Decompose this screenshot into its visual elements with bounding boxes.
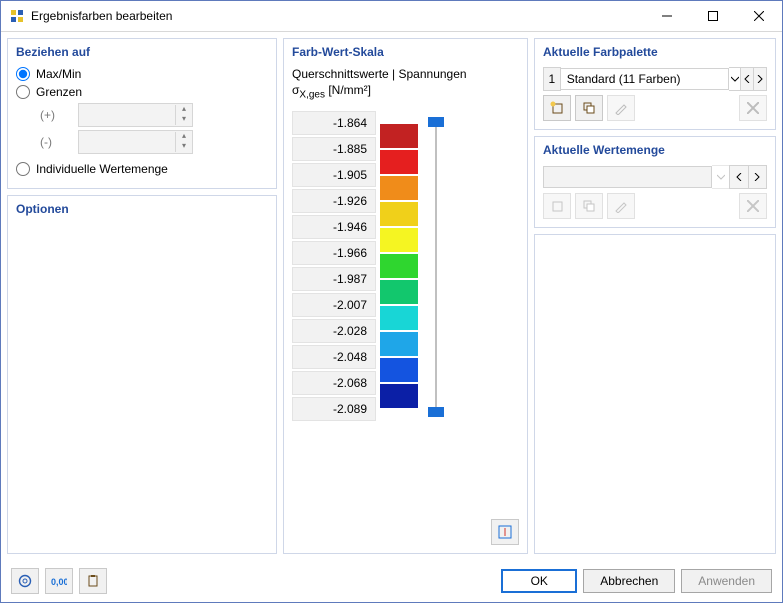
radio-bounds-input[interactable] — [16, 85, 30, 99]
scale-value-cell[interactable]: -1.966 — [292, 241, 376, 265]
radio-indiv-label: Individuelle Wertemenge — [36, 162, 168, 176]
scale-value-cell[interactable]: -2.007 — [292, 293, 376, 317]
scale-value-cell[interactable]: -2.028 — [292, 319, 376, 343]
options-title: Optionen — [16, 202, 268, 216]
valueset-prev-button[interactable] — [729, 165, 748, 189]
spin-down-icon: ▾ — [176, 142, 192, 152]
refer-panel: Beziehen auf Max/Min Grenzen (+) ▴▾ — [7, 38, 277, 189]
spin-down-icon: ▾ — [176, 115, 192, 125]
scale-colors-column — [380, 111, 418, 423]
slider-handle-bottom[interactable] — [428, 407, 444, 417]
palette-prev-button[interactable] — [740, 67, 754, 91]
palette-delete-button[interactable] — [739, 95, 767, 121]
scale-color-swatch[interactable] — [380, 358, 418, 382]
scale-color-swatch[interactable] — [380, 124, 418, 148]
scale-value-cell[interactable]: -1.946 — [292, 215, 376, 239]
options-panel: Optionen — [7, 195, 277, 554]
scale-color-swatch[interactable] — [380, 150, 418, 174]
radio-bounds-label: Grenzen — [36, 85, 82, 99]
bound-plus-input — [79, 105, 175, 125]
radio-maxmin-label: Max/Min — [36, 67, 81, 81]
clipboard-button[interactable] — [79, 568, 107, 594]
palette-copy-button[interactable] — [575, 95, 603, 121]
scale-sigma-sub: X,ges — [299, 89, 325, 100]
valueset-next-button[interactable] — [748, 165, 767, 189]
radio-bounds[interactable]: Grenzen — [16, 85, 268, 99]
valueset-copy-button — [575, 193, 603, 219]
scale-sub-line1: Querschnittswerte | Spannungen — [292, 67, 467, 81]
bound-minus-input — [79, 132, 175, 152]
scale-labels-column: -1.864-1.885-1.905-1.926-1.946-1.966-1.9… — [292, 111, 376, 423]
scale-value-cell[interactable]: -1.905 — [292, 163, 376, 187]
units-button[interactable]: 0,00 — [45, 568, 73, 594]
apply-button[interactable]: Anwenden — [681, 569, 772, 593]
palette-index: 1 — [543, 67, 561, 91]
titlebar: Ergebnisfarben bearbeiten — [1, 1, 782, 32]
cancel-button[interactable]: Abbrechen — [583, 569, 675, 593]
radio-indiv-input[interactable] — [16, 162, 30, 176]
scale-value-cell[interactable]: -2.068 — [292, 371, 376, 395]
svg-text:0,00: 0,00 — [51, 577, 67, 587]
empty-panel — [534, 234, 776, 554]
scale-color-swatch[interactable] — [380, 254, 418, 278]
scale-subheader: Querschnittswerte | Spannungen σX,ges [N… — [292, 67, 519, 101]
app-icon — [9, 8, 25, 24]
bound-plus-label: (+) — [40, 108, 74, 122]
help-button[interactable] — [11, 568, 39, 594]
scale-reset-button[interactable] — [491, 519, 519, 545]
scale-color-swatch[interactable] — [380, 228, 418, 252]
valueset-new-button — [543, 193, 571, 219]
valueset-panel: Aktuelle Wertemenge — [534, 136, 776, 228]
valueset-delete-button — [739, 193, 767, 219]
scale-panel: Farb-Wert-Skala Querschnittswerte | Span… — [283, 38, 528, 554]
slider-handle-top[interactable] — [428, 117, 444, 127]
scale-color-swatch[interactable] — [380, 202, 418, 226]
ok-button[interactable]: OK — [501, 569, 577, 593]
scale-color-swatch[interactable] — [380, 176, 418, 200]
palette-new-button[interactable] — [543, 95, 571, 121]
palette-next-button[interactable] — [753, 67, 767, 91]
scale-value-cell[interactable]: -1.926 — [292, 189, 376, 213]
bound-minus-spinner: ▴▾ — [78, 130, 193, 154]
scale-color-swatch[interactable] — [380, 332, 418, 356]
slider-track-line — [435, 123, 437, 411]
scale-color-swatch[interactable] — [380, 280, 418, 304]
radio-maxmin-input[interactable] — [16, 67, 30, 81]
scale-color-swatch[interactable] — [380, 306, 418, 330]
radio-maxmin[interactable]: Max/Min — [16, 67, 268, 81]
scale-title: Farb-Wert-Skala — [292, 45, 519, 59]
scale-color-swatch[interactable] — [380, 384, 418, 408]
window-title: Ergebnisfarben bearbeiten — [31, 9, 644, 23]
minimize-button[interactable] — [644, 1, 690, 31]
scale-value-cell[interactable]: -2.089 — [292, 397, 376, 421]
valueset-edit-button — [607, 193, 635, 219]
radio-indiv[interactable]: Individuelle Wertemenge — [16, 162, 268, 176]
footer: 0,00 OK Abbrechen Anwenden — [1, 560, 782, 602]
valueset-title: Aktuelle Wertemenge — [543, 143, 767, 157]
scale-unit: [N/mm²] — [325, 83, 371, 97]
refer-title: Beziehen auf — [16, 45, 268, 59]
scale-value-cell[interactable]: -2.048 — [292, 345, 376, 369]
close-button[interactable] — [736, 1, 782, 31]
bound-plus-spinner: ▴▾ — [78, 103, 193, 127]
scale-slider[interactable] — [422, 111, 450, 423]
valueset-select — [543, 166, 712, 188]
palette-select[interactable] — [561, 68, 729, 90]
bound-minus-label: (-) — [40, 135, 74, 149]
palette-edit-button[interactable] — [607, 95, 635, 121]
maximize-button[interactable] — [690, 1, 736, 31]
palette-title: Aktuelle Farbpalette — [543, 45, 767, 59]
palette-panel: Aktuelle Farbpalette 1 — [534, 38, 776, 130]
scale-value-cell[interactable]: -1.885 — [292, 137, 376, 161]
scale-value-cell[interactable]: -1.987 — [292, 267, 376, 291]
scale-value-cell[interactable]: -1.864 — [292, 111, 376, 135]
valueset-chevron-icon — [712, 165, 730, 189]
